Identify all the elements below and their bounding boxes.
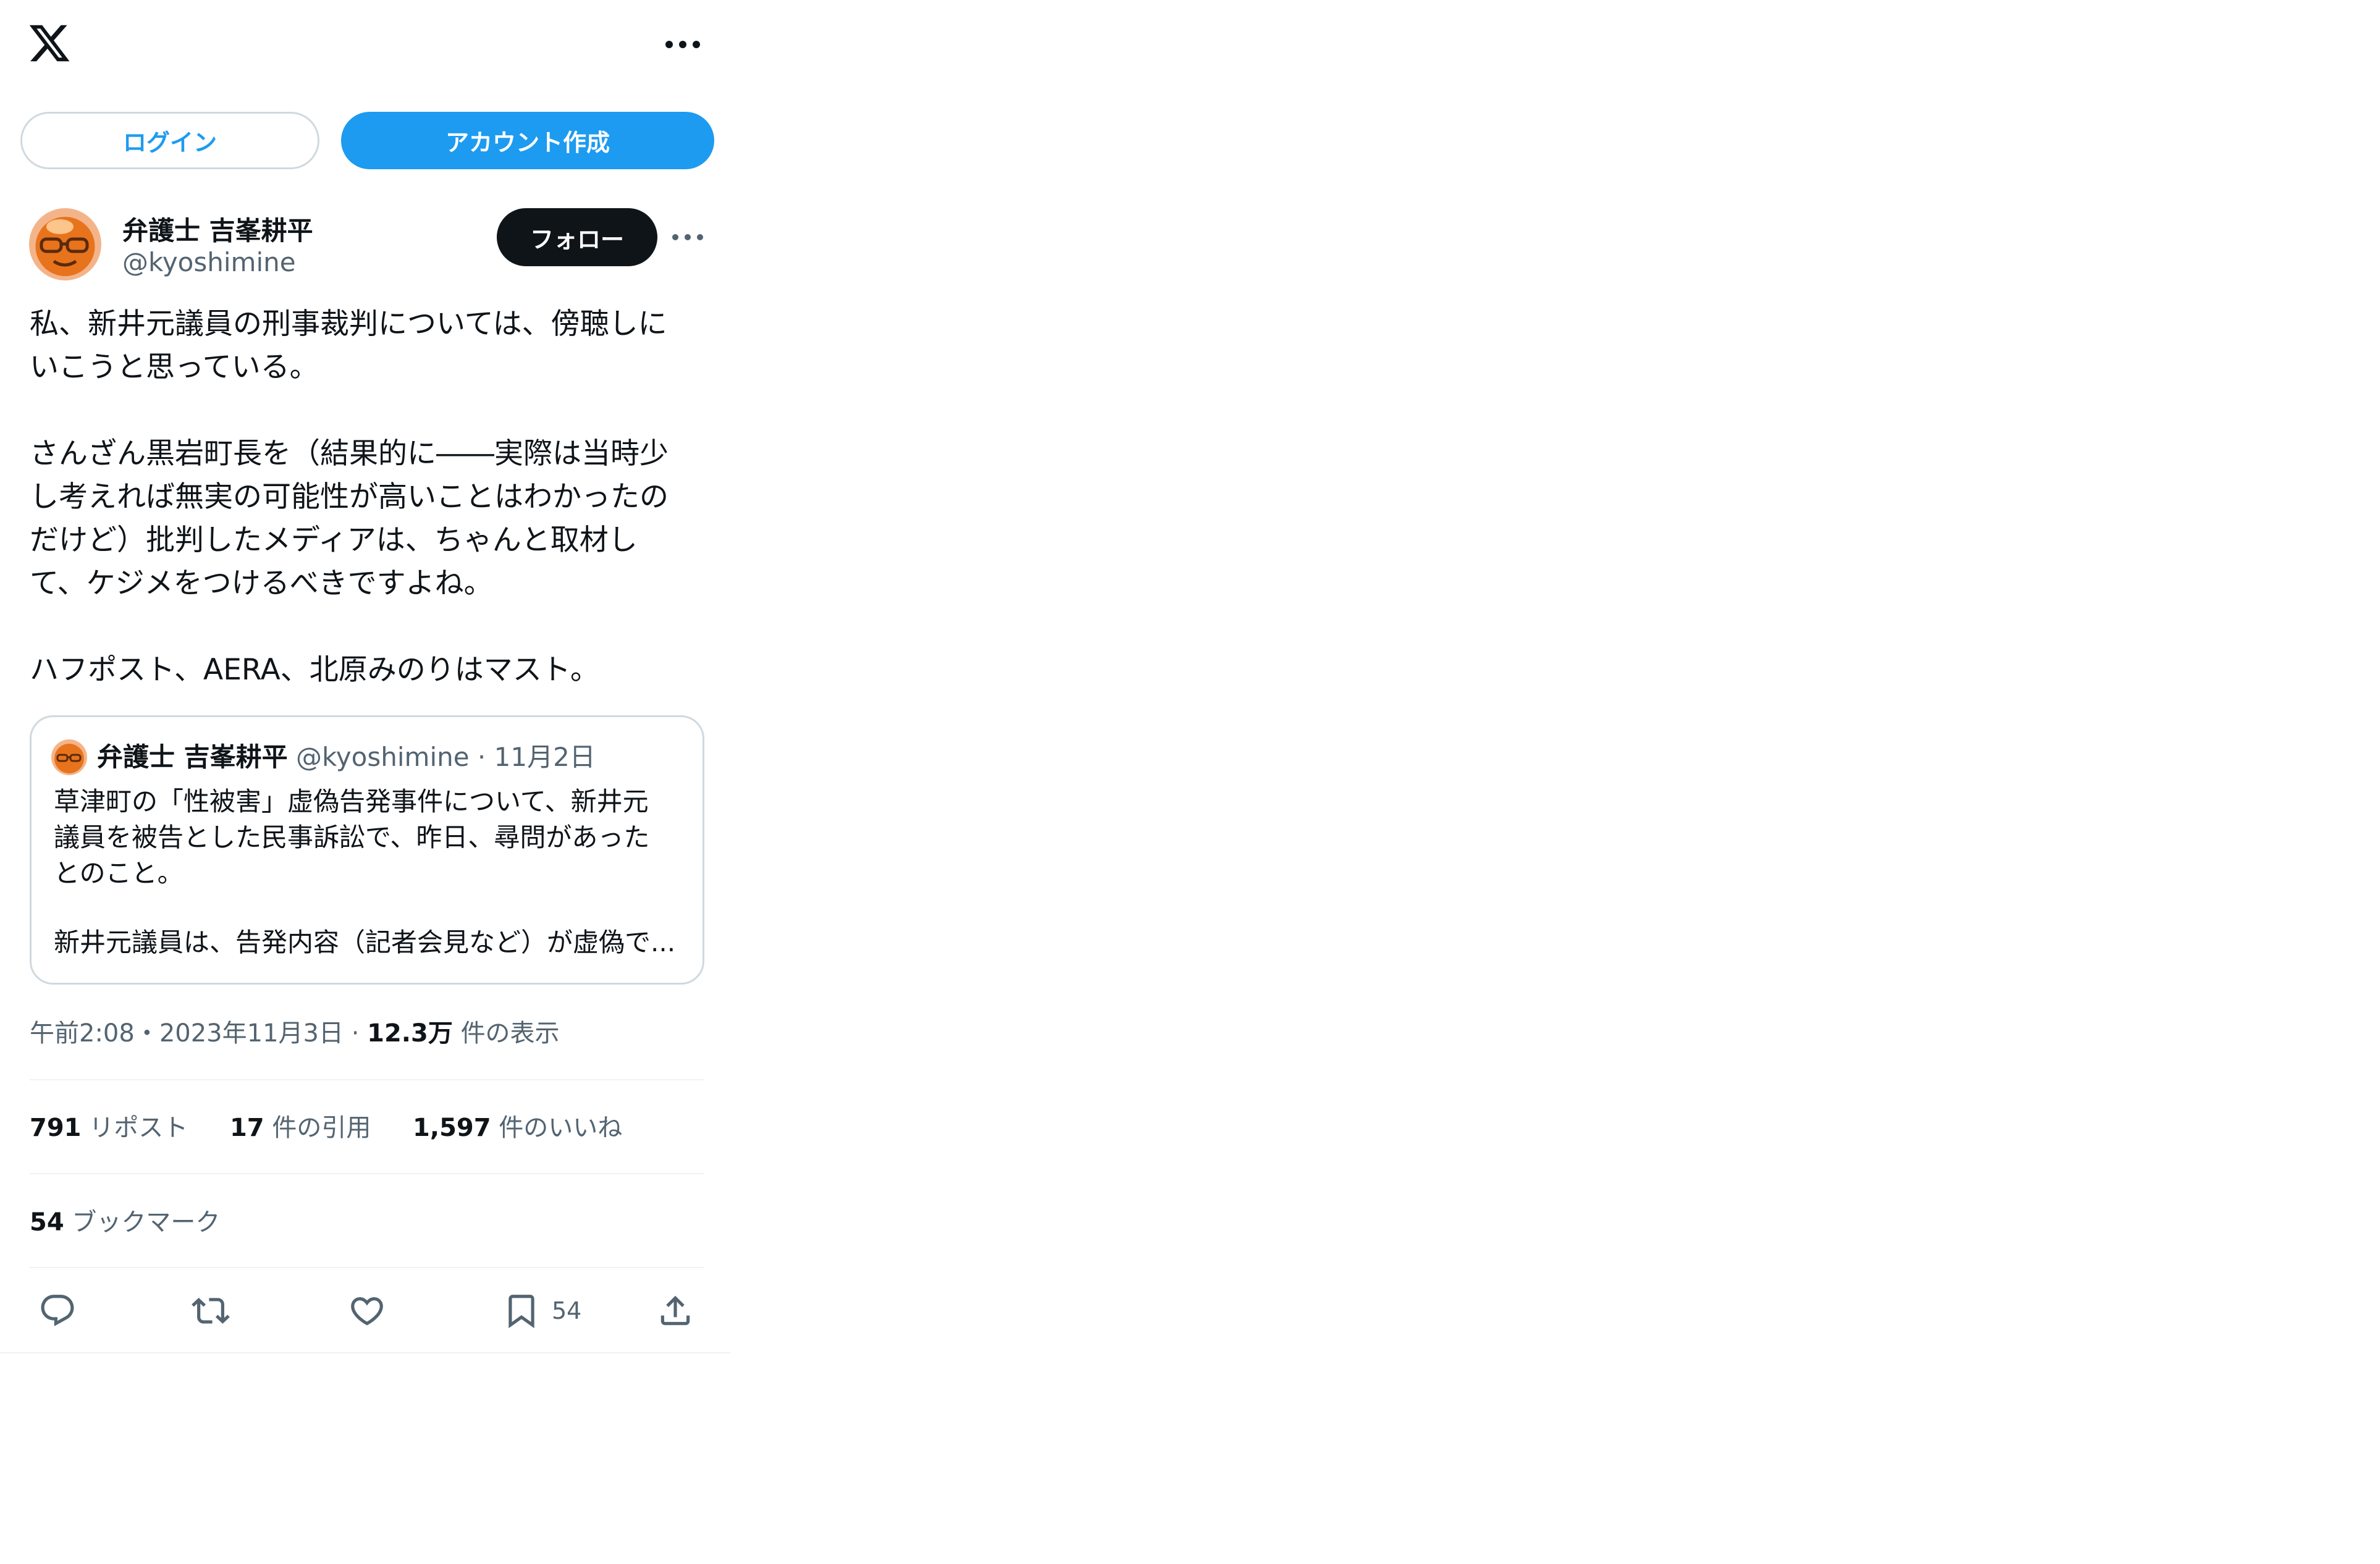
quote-avatar	[51, 739, 87, 775]
like-label: 件のいいね	[499, 1114, 623, 1142]
bottom-divider	[0, 1352, 730, 1353]
quote-author-handle: @kyoshimine	[295, 742, 470, 772]
engagement-stats: 791 リポスト 17 件の引用 1,597 件のいいね	[30, 1108, 656, 1143]
quote-label: 件の引用	[272, 1114, 371, 1142]
bookmark-button[interactable]: 54	[502, 1286, 581, 1335]
quote-text: 草津町の「性被害」虚偽告発事件について、新井元 議員を被告とした民事訴訟で、昨日…	[54, 786, 650, 888]
retweets-stat[interactable]: 791 リポスト	[30, 1114, 188, 1142]
more-horizontal-icon[interactable]	[661, 32, 704, 57]
likes-stat[interactable]: 1,597 件のいいね	[413, 1114, 622, 1142]
retweet-count: 791	[30, 1114, 82, 1142]
meta-separator-2: ·	[343, 1019, 368, 1048]
retweet-label: リポスト	[89, 1114, 188, 1142]
bookmark-icon	[508, 1295, 534, 1329]
tweet-date[interactable]: 2023年11月3日	[159, 1019, 344, 1048]
quote-author-name: 弁護士 吉峯耕平	[97, 742, 288, 772]
share-button[interactable]	[656, 1286, 694, 1335]
like-button[interactable]	[348, 1286, 386, 1335]
quote-text-truncated: 新井元議員は、告発内容（記者会見など）が虚偽で...	[54, 927, 676, 957]
login-button[interactable]: ログイン	[20, 112, 319, 169]
quotes-stat[interactable]: 17 件の引用	[230, 1114, 371, 1142]
bookmark-count: 54	[552, 1297, 582, 1324]
view-count: 12.3万	[367, 1019, 453, 1048]
view-label: 件の表示	[460, 1019, 560, 1048]
bookmarks-stat: 54 ブックマーク	[30, 1202, 220, 1238]
quote-dot: ·	[469, 742, 494, 772]
bookmark-label: ブックマーク	[72, 1208, 221, 1237]
reply-icon	[41, 1295, 74, 1327]
reply-button[interactable]	[38, 1286, 77, 1335]
divider	[30, 1267, 704, 1268]
quote-header: 弁護士 吉峯耕平 @kyoshimine · 11月2日	[97, 739, 596, 775]
quote-count: 17	[229, 1114, 264, 1142]
heart-icon	[351, 1297, 383, 1326]
like-count: 1,597	[413, 1114, 491, 1142]
follow-button[interactable]: フォロー	[497, 208, 657, 266]
divider	[30, 1173, 704, 1174]
tweet-more-icon[interactable]	[669, 226, 707, 248]
create-account-button[interactable]: アカウント作成	[341, 112, 714, 169]
tweet-text: 私、新井元議員の刑事裁判については、傍聴しに いこうと思っている。 さんざん黒岩…	[30, 307, 669, 687]
share-icon	[660, 1295, 690, 1326]
quote-date: 11月2日	[494, 742, 596, 772]
author-handle[interactable]: @kyoshimine	[122, 247, 296, 277]
x-logo-icon[interactable]	[27, 21, 72, 65]
bookmark-stat-count: 54	[30, 1208, 64, 1237]
divider	[30, 1079, 704, 1080]
meta-separator: ・	[134, 1019, 159, 1048]
avatar[interactable]	[29, 208, 101, 280]
tweet-meta: 午前2:08・2023年11月3日 · 12.3万 件の表示	[30, 1013, 560, 1049]
quoted-tweet[interactable]: 弁護士 吉峯耕平 @kyoshimine · 11月2日 草津町の「性被害」虚偽…	[30, 715, 704, 985]
retweet-icon	[192, 1298, 230, 1324]
retweet-button[interactable]	[192, 1286, 230, 1335]
author-name[interactable]: 弁護士 吉峯耕平	[122, 210, 313, 248]
tweet-column: ログイン アカウント作成 弁護士 吉峯耕平 @kyoshimine フォロー 私…	[0, 0, 730, 1564]
tweet-time[interactable]: 午前2:08	[30, 1019, 135, 1048]
